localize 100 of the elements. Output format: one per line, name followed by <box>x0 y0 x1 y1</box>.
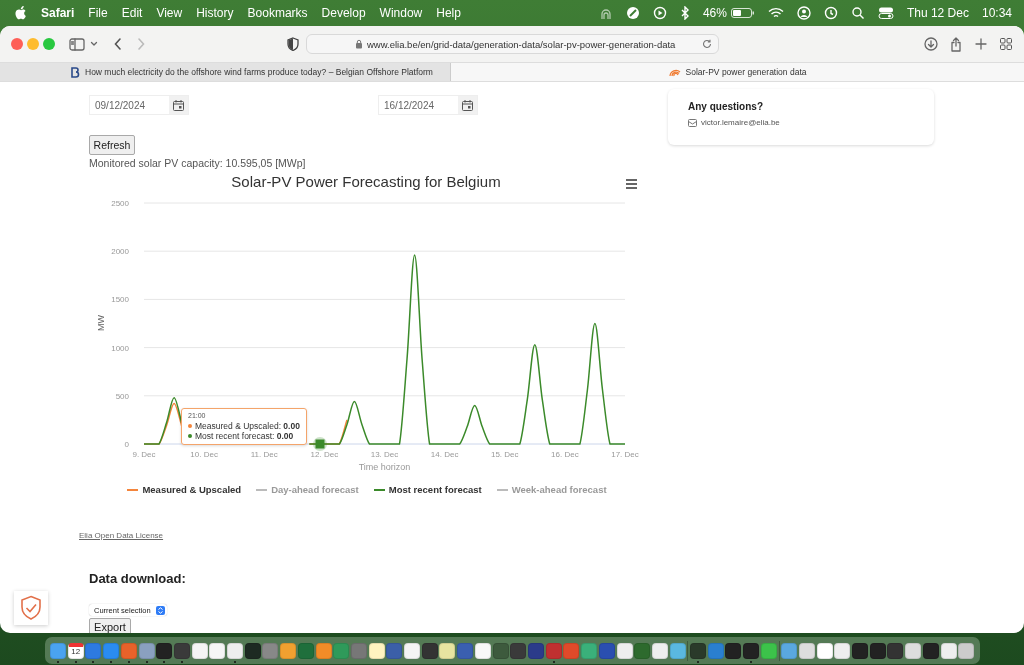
zoom-button[interactable] <box>43 38 55 50</box>
y-tick-label: 1000 <box>111 343 129 353</box>
reload-icon[interactable] <box>702 39 712 49</box>
date-field[interactable]: 09/12/2024 <box>89 95 189 115</box>
license-link[interactable]: Elia Open Data License <box>79 531 164 541</box>
mail-icon <box>688 118 697 127</box>
wifi-icon[interactable] <box>767 7 784 19</box>
sidebar-icon[interactable] <box>69 37 85 51</box>
legend-item[interactable]: Most recent forecast <box>373 484 482 495</box>
refresh-button[interactable]: Refresh <box>89 135 135 155</box>
tab[interactable]: Solar-PV power generation data <box>451 63 1024 81</box>
x-tick-label: 11. Dec <box>250 450 278 459</box>
address-field[interactable]: www.elia.be/en/grid-data/generation-data/solar-pv-power-generation-data <box>306 34 719 54</box>
app-icon[interactable] <box>528 642 544 659</box>
calendar-icon[interactable] <box>173 99 184 111</box>
app-icon[interactable] <box>510 642 527 659</box>
app-icon[interactable] <box>156 642 173 659</box>
site-logo-icon <box>70 66 80 78</box>
menu-item[interactable]: View <box>156 6 183 20</box>
tabs-overview-icon[interactable] <box>1000 38 1012 50</box>
battery-icon[interactable] <box>730 7 755 19</box>
x-tick-label: 15. Dec <box>490 450 519 459</box>
app-icon[interactable] <box>905 642 922 659</box>
apple-icon[interactable] <box>15 6 27 20</box>
app-icon[interactable] <box>173 642 190 659</box>
menu-item[interactable]: Window <box>379 6 423 20</box>
user-icon[interactable] <box>796 6 811 20</box>
app-icon[interactable] <box>439 642 456 659</box>
back-icon[interactable] <box>113 37 123 51</box>
legend-item[interactable]: Day-ahead forecast <box>256 484 359 495</box>
calendar-icon[interactable] <box>462 99 473 111</box>
app-icon[interactable] <box>922 642 939 659</box>
app-icon[interactable] <box>474 642 491 659</box>
x-tick-label: 16. Dec <box>551 450 579 459</box>
app-icon[interactable] <box>616 642 633 659</box>
app-icon[interactable] <box>690 642 706 659</box>
play-icon[interactable] <box>652 6 667 20</box>
security-badge[interactable] <box>14 591 48 625</box>
battery-percentage: 46% <box>702 6 727 20</box>
x-tick-label: 13. Dec <box>370 450 399 459</box>
download-icon[interactable] <box>924 37 938 51</box>
app-icon[interactable] <box>869 642 886 659</box>
clock-icon[interactable] <box>823 6 838 20</box>
plus-icon[interactable] <box>975 38 987 50</box>
app-icon[interactable] <box>725 642 742 659</box>
chart-title: Solar-PV Power Forecasting for Belgium <box>231 173 501 190</box>
close-button[interactable] <box>11 38 23 50</box>
y-tick-label: 2500 <box>111 199 129 208</box>
card-heading: Any questions? <box>688 101 764 112</box>
axis-title: Time horizon <box>358 462 411 472</box>
app-icon[interactable] <box>887 642 904 659</box>
app-icon[interactable] <box>940 642 957 659</box>
shield-icon[interactable] <box>287 37 299 51</box>
app-icon[interactable] <box>315 642 332 659</box>
app-icon[interactable] <box>421 642 438 659</box>
email-text: victor.lemaire@elia.be <box>701 118 780 127</box>
legend-item[interactable]: Week-ahead forecast <box>496 484 607 495</box>
y-tick-label: 2000 <box>111 247 129 257</box>
chevron-down-icon[interactable] <box>90 41 98 47</box>
menubar-date[interactable]: Thu 12 Dec <box>906 6 969 20</box>
menu-icon[interactable] <box>626 179 637 189</box>
app-icon[interactable] <box>798 642 815 659</box>
app-icon[interactable] <box>834 642 851 659</box>
menubar-time[interactable]: 10:34 <box>981 6 1012 20</box>
menu-item[interactable]: History <box>196 6 234 20</box>
app-icon[interactable] <box>404 642 421 659</box>
bluetooth-icon[interactable] <box>679 6 690 20</box>
app-menu[interactable]: Safari <box>41 6 75 20</box>
y-tick-label: 1500 <box>111 295 129 305</box>
app-icon[interactable] <box>760 642 777 659</box>
menu-item[interactable]: File <box>88 6 108 20</box>
app-icon[interactable] <box>958 642 975 659</box>
app-icon[interactable] <box>280 642 297 659</box>
app-icon[interactable] <box>368 642 385 659</box>
app-icon[interactable] <box>227 642 244 659</box>
menu-item[interactable]: Edit <box>121 6 143 20</box>
shield-check-icon <box>20 595 42 621</box>
arch-icon[interactable] <box>598 6 613 20</box>
app-icon[interactable] <box>816 642 833 659</box>
menu-item[interactable]: Help <box>436 6 461 20</box>
x-tick-label: 14. Dec <box>430 450 459 459</box>
tab[interactable]: How much electricity do the offshore wind farms produce today? – Belgian Offshore Platform <box>0 63 451 81</box>
stepper-icon <box>155 605 165 615</box>
share-icon[interactable] <box>950 36 962 52</box>
date-field[interactable]: 16/12/2024 <box>378 95 478 115</box>
export-button[interactable]: Export <box>89 618 131 633</box>
app-icon[interactable] <box>209 642 226 659</box>
search-icon[interactable] <box>850 6 865 20</box>
menu-item[interactable]: Bookmarks <box>247 6 308 20</box>
legend-item[interactable]: Measured & Upscaled <box>127 484 242 495</box>
app-icon[interactable] <box>651 642 668 659</box>
app-icon[interactable] <box>669 642 686 659</box>
calendar-app-icon[interactable]: 12 <box>67 642 84 659</box>
app-icon[interactable] <box>244 642 261 659</box>
app-icon[interactable] <box>852 642 869 659</box>
app-icon[interactable] <box>191 642 208 659</box>
menu-item[interactable]: Develop <box>321 6 366 20</box>
control-center-icon[interactable] <box>877 6 894 20</box>
app-icon[interactable] <box>743 642 760 659</box>
slashed-circle-icon[interactable] <box>625 6 640 20</box>
